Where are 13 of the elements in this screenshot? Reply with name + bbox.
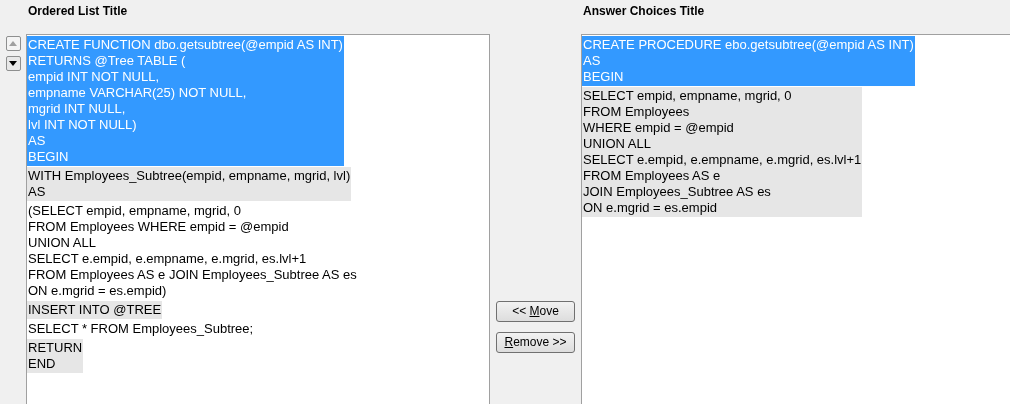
list-item[interactable]: INSERT INTO @TREE [27, 301, 163, 319]
list-item[interactable]: WITH Employees_Subtree(empid, empname, mgrid, lvl) AS [27, 167, 352, 201]
remove-button[interactable]: Remove >> [496, 332, 575, 353]
list-title: Ordered List Title [28, 4, 128, 18]
list-item[interactable]: RETURN END [27, 339, 84, 373]
list-item[interactable]: SELECT empid, empname, mgrid, 0 FROM Employees WHERE empid = @empid UNION ALL SELECT e.empid, e.empname, e.mgrid, es.lvl+1 FROM Employees AS e JOIN Employees_Subtree AS es ON e.mgrid = es.empid [582, 87, 863, 217]
list-title: Answer Choices Title [583, 4, 705, 18]
triangle-up-icon [8, 40, 18, 47]
move-down-button[interactable] [5, 56, 21, 71]
triangle-down-icon [8, 60, 18, 67]
ordered-list[interactable] [26, 34, 490, 404]
move-button[interactable]: << Move [496, 301, 575, 322]
answer-choices-list[interactable] [581, 34, 1010, 404]
